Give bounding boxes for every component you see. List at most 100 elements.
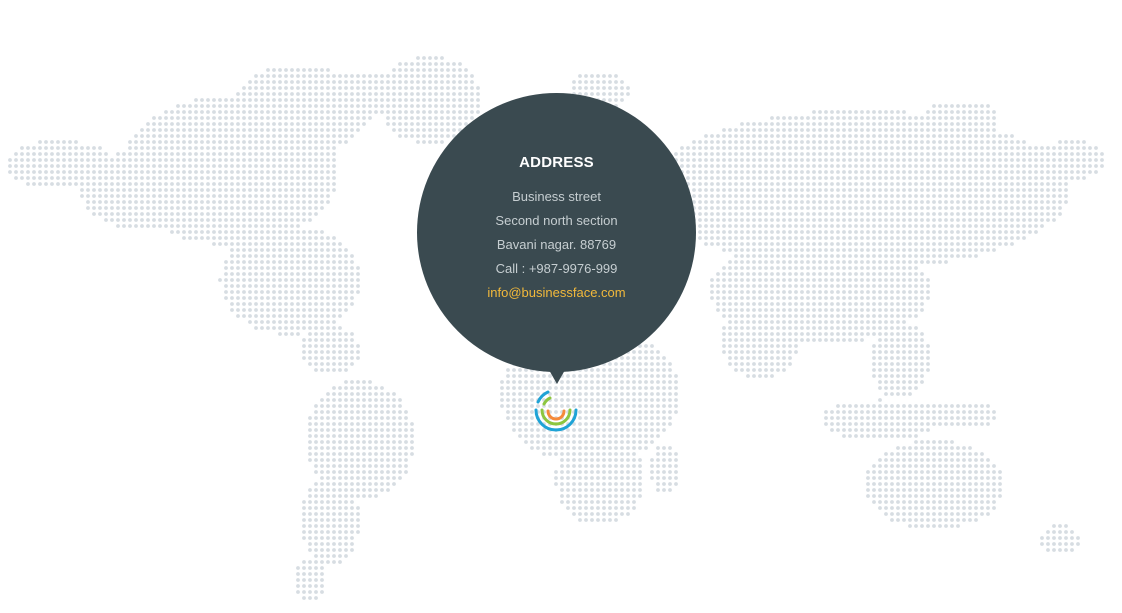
map-dot (818, 230, 822, 234)
map-dot (884, 116, 888, 120)
map-dot (878, 110, 882, 114)
map-dot (770, 152, 774, 156)
map-dot (470, 74, 474, 78)
map-dot (524, 374, 528, 378)
map-dot (830, 266, 834, 270)
map-dot (998, 224, 1002, 228)
map-dot (224, 272, 228, 276)
map-dot (812, 320, 816, 324)
map-dot (788, 116, 792, 120)
map-dot (956, 104, 960, 108)
map-dot (1034, 212, 1038, 216)
map-dot (854, 110, 858, 114)
map-dot (596, 422, 600, 426)
map-dot (764, 248, 768, 252)
map-dot (914, 344, 918, 348)
map-dot (620, 416, 624, 420)
map-dot (626, 410, 630, 414)
map-dot (782, 122, 786, 126)
map-dot (584, 74, 588, 78)
map-dot (386, 116, 390, 120)
map-dot (464, 104, 468, 108)
map-dot (914, 176, 918, 180)
map-dot (314, 128, 318, 132)
map-dot (332, 146, 336, 150)
map-dot (248, 140, 252, 144)
map-dot (314, 266, 318, 270)
map-dot (518, 428, 522, 432)
map-dot (602, 86, 606, 90)
map-dot (176, 146, 180, 150)
map-dot (1046, 188, 1050, 192)
map-dot (434, 68, 438, 72)
map-dot (788, 218, 792, 222)
map-dot (122, 158, 126, 162)
map-dot (512, 368, 516, 372)
map-dot (512, 416, 516, 420)
map-dot (218, 230, 222, 234)
map-dot (188, 230, 192, 234)
map-dot (770, 344, 774, 348)
map-dot (308, 248, 312, 252)
map-dot (824, 302, 828, 306)
map-dot (950, 176, 954, 180)
map-dot (320, 98, 324, 102)
map-dot (914, 428, 918, 432)
map-dot (716, 296, 720, 300)
map-dot (254, 128, 258, 132)
map-dot (206, 236, 210, 240)
map-dot (944, 182, 948, 186)
map-dot (830, 164, 834, 168)
map-dot (602, 380, 606, 384)
map-dot (890, 158, 894, 162)
map-dot (854, 170, 858, 174)
map-dot (254, 182, 258, 186)
map-dot (386, 392, 390, 396)
map-dot (854, 422, 858, 426)
map-dot (914, 296, 918, 300)
map-dot (1064, 200, 1068, 204)
map-dot (812, 188, 816, 192)
map-dot (980, 200, 984, 204)
map-dot (746, 242, 750, 246)
map-dot (932, 110, 936, 114)
map-dot (308, 182, 312, 186)
map-dot (452, 116, 456, 120)
map-dot (896, 182, 900, 186)
map-dot (722, 182, 726, 186)
map-dot (392, 92, 396, 96)
map-dot (296, 128, 300, 132)
map-dot (764, 242, 768, 246)
map-dot (338, 404, 342, 408)
map-dot (776, 242, 780, 246)
map-dot (968, 182, 972, 186)
map-dot (338, 74, 342, 78)
map-dot (992, 176, 996, 180)
map-dot (842, 230, 846, 234)
map-dot (338, 140, 342, 144)
map-dot (230, 266, 234, 270)
map-dot (710, 296, 714, 300)
map-dot (740, 272, 744, 276)
map-dot (98, 188, 102, 192)
map-dot (182, 194, 186, 198)
map-dot (872, 206, 876, 210)
map-dot (38, 158, 42, 162)
map-dot (290, 284, 294, 288)
map-dot (788, 170, 792, 174)
map-dot (200, 122, 204, 126)
map-dot (1004, 236, 1008, 240)
map-dot (770, 320, 774, 324)
map-dot (746, 236, 750, 240)
map-dot (506, 380, 510, 384)
map-dot (284, 182, 288, 186)
map-dot (902, 134, 906, 138)
map-dot (794, 350, 798, 354)
map-dot (824, 140, 828, 144)
map-dot (356, 356, 360, 360)
map-dot (284, 86, 288, 90)
map-dot (86, 164, 90, 168)
map-dot (272, 110, 276, 114)
map-dot (734, 236, 738, 240)
map-dot (332, 410, 336, 414)
